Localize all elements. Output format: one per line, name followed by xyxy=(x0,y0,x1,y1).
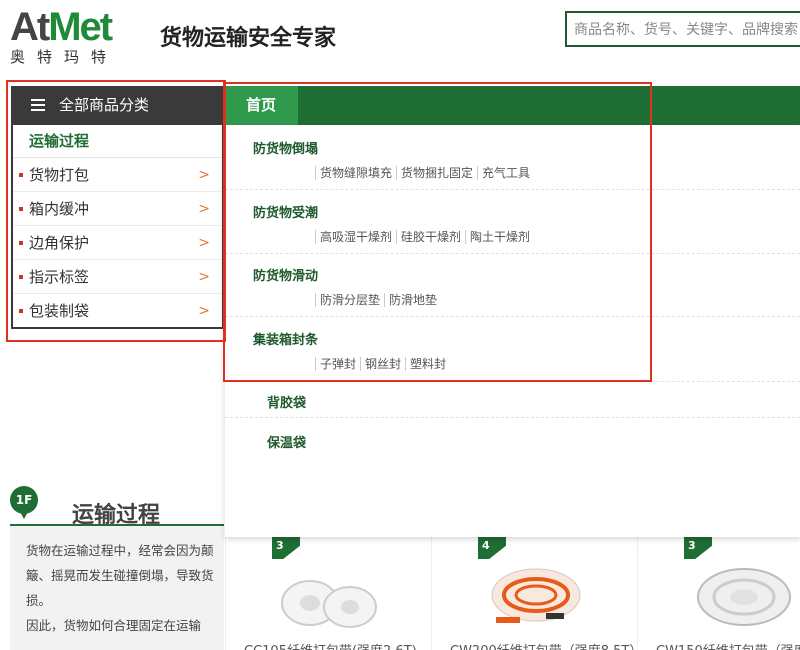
product-image-orange-strap xyxy=(491,568,581,623)
bullet-icon xyxy=(19,207,23,211)
floor-badge: 1F xyxy=(10,486,38,519)
group-title[interactable]: 防货物倒塌 xyxy=(253,138,800,157)
main-nav: 首页 xyxy=(224,86,800,125)
sub-link[interactable]: 高吸湿干燥剂 xyxy=(315,230,396,244)
dropdown-group: 集装箱封条 子弹封 钢丝封 塑料封 xyxy=(225,329,800,371)
search-input[interactable]: 商品名称、货号、关键字、品牌搜索 xyxy=(565,11,800,47)
brand-logo[interactable]: AtMet 奥特玛特 xyxy=(10,5,142,66)
chevron-right-icon: > xyxy=(198,235,210,251)
dropdown-group: 防货物倒塌 货物缝隙填充 货物捆扎固定 充气工具 xyxy=(225,138,800,180)
brand-slogan: 货物运输安全专家 xyxy=(160,26,337,51)
category-item[interactable]: 指示标签 > xyxy=(13,260,222,294)
group-separator xyxy=(225,253,800,254)
logo-mark: AtMet xyxy=(10,5,113,49)
group-links: 高吸湿干燥剂 硅胶干燥剂 陶土干燥剂 xyxy=(253,230,800,244)
bullet-icon xyxy=(19,275,23,279)
group-links: 防滑分层垫 防滑地垫 xyxy=(253,293,800,307)
sub-link[interactable]: 陶土干燥剂 xyxy=(465,230,534,244)
dropdown-group: 防货物受潮 高吸湿干燥剂 硅胶干燥剂 陶土干燥剂 xyxy=(225,202,800,244)
product-image-fiber-coil xyxy=(697,568,791,626)
chevron-right-icon: > xyxy=(198,269,210,285)
group-links: 子弹封 钢丝封 塑料封 xyxy=(253,357,800,371)
group-title[interactable]: 背胶袋 xyxy=(267,392,800,411)
dropdown-group: 防货物滑动 防滑分层垫 防滑地垫 xyxy=(225,265,800,307)
group-title[interactable]: 防货物滑动 xyxy=(253,265,800,284)
bullet-icon xyxy=(19,173,23,177)
bullet-icon xyxy=(19,241,23,245)
logo-subtitle: 奥特玛特 xyxy=(10,48,119,66)
category-item[interactable]: 货物打包 > xyxy=(13,158,222,192)
sub-link[interactable]: 子弹封 xyxy=(315,357,360,371)
sub-link[interactable]: 塑料封 xyxy=(405,357,450,371)
sub-link[interactable]: 货物捆扎固定 xyxy=(396,166,477,180)
product-card[interactable]: 4 CW200纤维打包带（强度8.5T） xyxy=(431,537,637,650)
dropdown-group: 背胶袋 xyxy=(225,392,800,411)
menu-icon xyxy=(31,99,45,111)
group-separator xyxy=(225,381,800,382)
product-name[interactable]: CC105纤维打包带(强度2.6T) xyxy=(244,640,417,650)
sub-link[interactable]: 硅胶干燥剂 xyxy=(396,230,465,244)
category-item[interactable]: 包装制袋 > xyxy=(13,294,222,328)
group-separator xyxy=(225,316,800,317)
all-categories-label: 全部商品分类 xyxy=(59,96,150,114)
category-dropdown-panel: 防货物倒塌 货物缝隙填充 货物捆扎固定 充气工具 防货物受潮 高吸湿干燥剂 硅胶干燥剂… xyxy=(225,125,800,537)
sub-link[interactable]: 防滑分层垫 xyxy=(315,293,384,307)
page-header: AtMet 奥特玛特 货物运输安全专家 商品名称、货号、关键字、品牌搜索 xyxy=(0,0,800,84)
category-list: 运输过程 货物打包 > 箱内缓冲 > 边角保护 > 指示标签 > 包装制袋 > xyxy=(11,125,224,329)
product-name[interactable]: CW150纤维打包带（强度5 xyxy=(656,640,800,650)
product-card[interactable]: 3 CW150纤维打包带（强度5 xyxy=(637,537,800,650)
category-title[interactable]: 运输过程 xyxy=(13,125,222,158)
chevron-right-icon: > xyxy=(198,167,210,183)
group-title[interactable]: 保温袋 xyxy=(267,432,800,451)
group-title[interactable]: 集装箱封条 xyxy=(253,329,800,348)
sub-link[interactable]: 充气工具 xyxy=(477,166,534,180)
bullet-icon xyxy=(19,309,23,313)
sub-link[interactable]: 防滑地垫 xyxy=(384,293,441,307)
category-item[interactable]: 边角保护 > xyxy=(13,226,222,260)
nav-tab-home[interactable]: 首页 xyxy=(224,86,298,125)
sub-link[interactable]: 货物缝隙填充 xyxy=(315,166,396,180)
product-image-strap-rolls xyxy=(281,580,377,628)
floor-description: 货物在运输过程中，经常会因为颠簸、摇晃而发生碰撞倒塌，导致货损。 因此，货物如何… xyxy=(10,526,224,650)
dropdown-group: 保温袋 xyxy=(225,432,800,451)
group-separator xyxy=(225,189,800,190)
all-categories-header[interactable]: 全部商品分类 xyxy=(11,86,224,125)
product-name[interactable]: CW200纤维打包带（强度8.5T） xyxy=(450,640,637,650)
group-links: 货物缝隙填充 货物捆扎固定 充气工具 xyxy=(253,166,800,180)
category-item[interactable]: 箱内缓冲 > xyxy=(13,192,222,226)
sub-link[interactable]: 钢丝封 xyxy=(360,357,405,371)
group-title[interactable]: 防货物受潮 xyxy=(253,202,800,221)
chevron-right-icon: > xyxy=(198,303,210,319)
chevron-right-icon: > xyxy=(198,201,210,217)
product-card[interactable]: 3 CC105纤维打包带(强度2.6T) xyxy=(225,537,431,650)
group-separator xyxy=(225,417,800,418)
